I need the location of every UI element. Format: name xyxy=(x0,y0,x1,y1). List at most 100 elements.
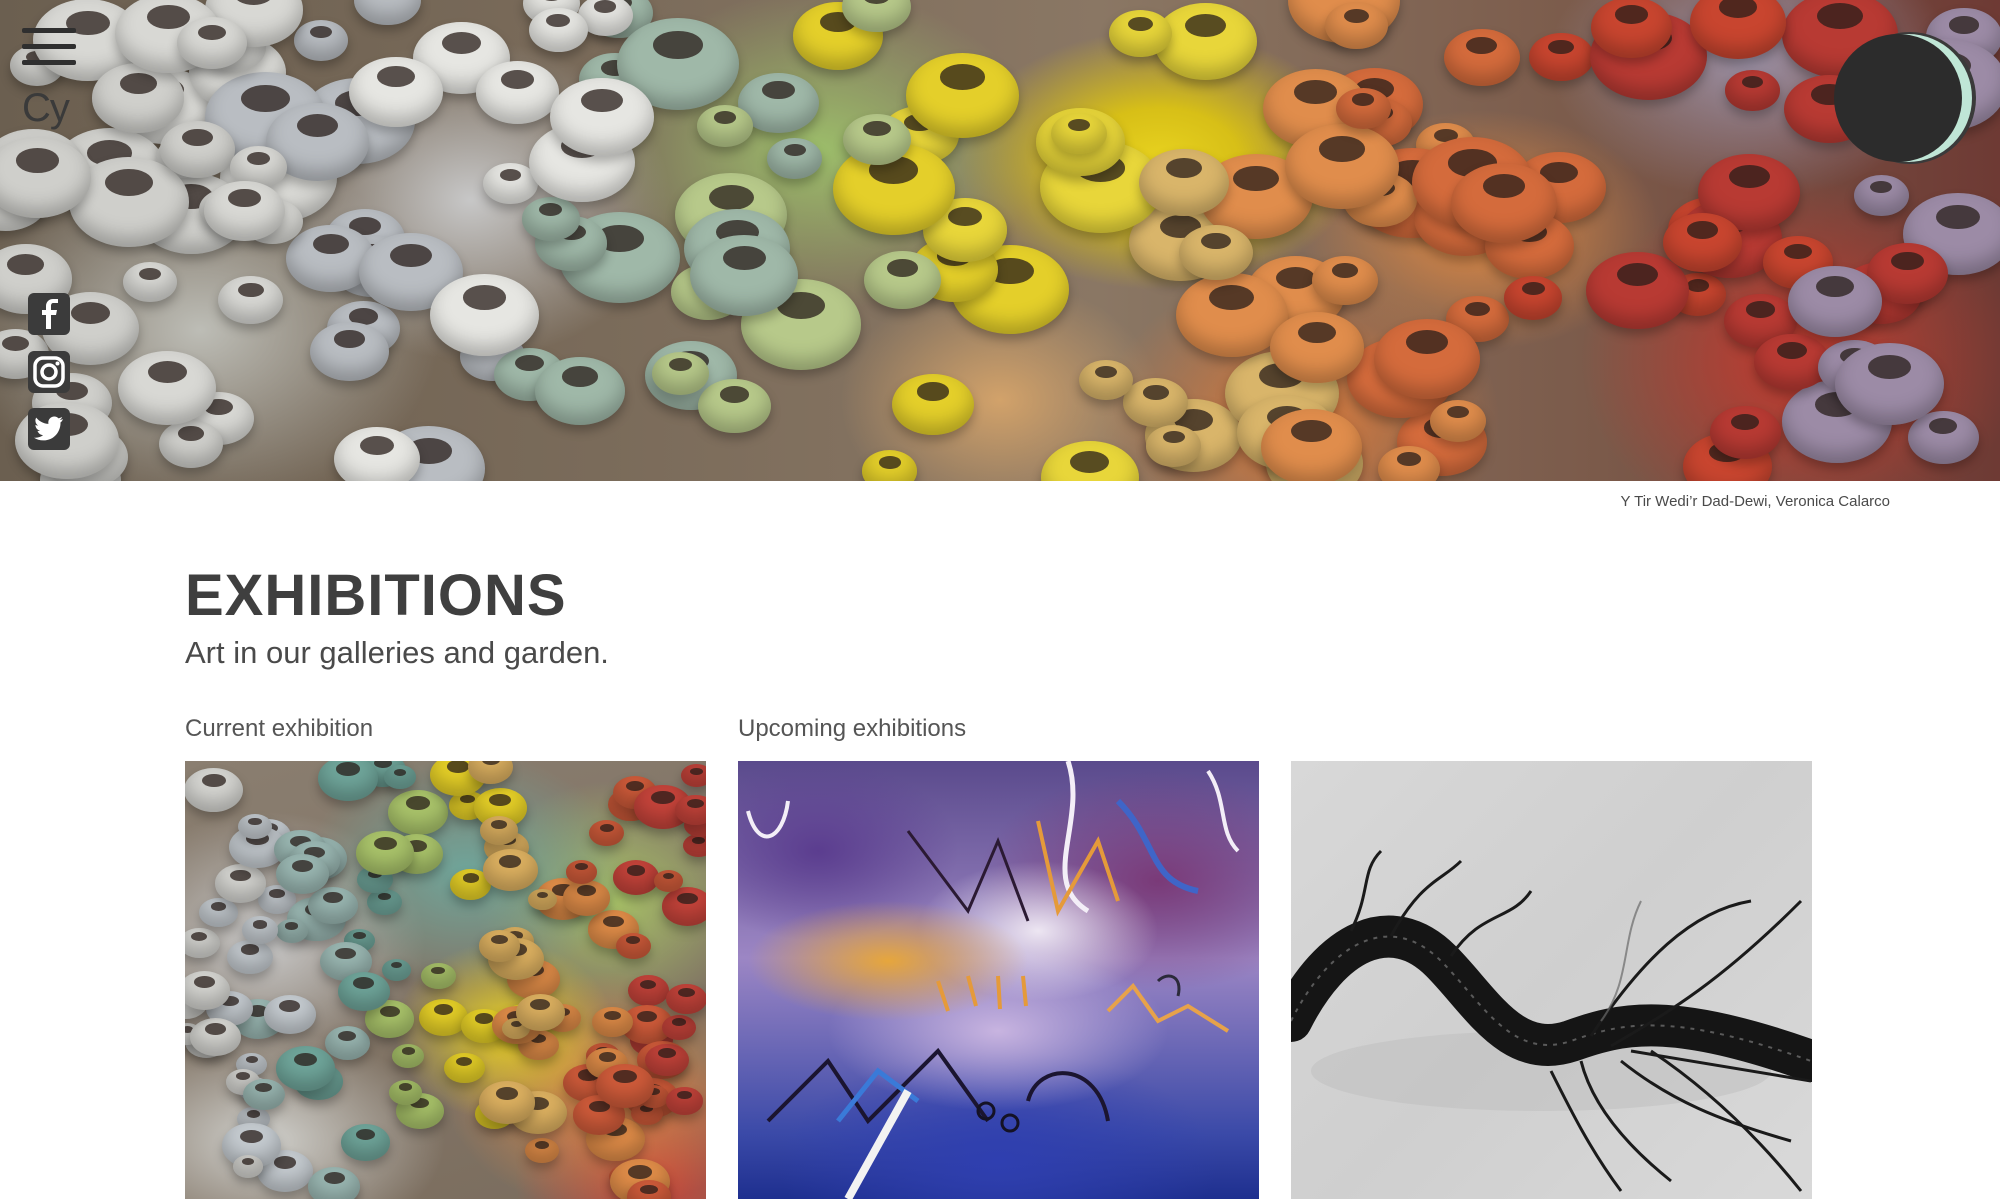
instagram-icon[interactable] xyxy=(28,351,70,393)
pot-shape xyxy=(1324,2,1388,50)
page-subtitle: Art in our galleries and garden. xyxy=(185,635,609,670)
pot-shape xyxy=(199,898,238,927)
language-toggle[interactable]: Cy xyxy=(22,86,70,131)
hero-caption: Y Tir Wedi’r Dad-Dewi, Veronica Calarco xyxy=(1620,493,1890,510)
pot-shape xyxy=(651,351,710,395)
pot-shape xyxy=(1662,212,1743,273)
pot-shape xyxy=(420,962,456,990)
pot-shape xyxy=(1787,266,1882,337)
pot-shape xyxy=(612,860,660,896)
pot-shape xyxy=(241,916,279,944)
pot-shape xyxy=(214,864,267,903)
pot-shape xyxy=(430,273,539,356)
pot-shape xyxy=(264,994,316,1034)
pot-shape xyxy=(615,932,652,960)
site-logo[interactable] xyxy=(1834,34,1962,162)
hero-image: Cy xyxy=(0,0,2000,481)
pot-shape xyxy=(185,767,244,813)
pot-shape xyxy=(381,958,412,981)
pot-shape xyxy=(1108,9,1173,58)
pot-shape xyxy=(275,1046,336,1091)
pot-shape xyxy=(666,1087,703,1115)
pot-shape xyxy=(123,262,177,303)
pot-shape xyxy=(595,1063,655,1108)
pot-shape xyxy=(388,1079,423,1105)
pot-shape xyxy=(218,275,284,325)
pot-shape xyxy=(243,1078,285,1110)
pot-shape xyxy=(661,887,706,926)
pot-shape xyxy=(1709,406,1781,460)
pot-shape xyxy=(562,880,610,916)
pot-shape xyxy=(521,197,580,241)
pot-shape xyxy=(842,113,912,166)
pot-shape xyxy=(232,1155,263,1178)
pot-shape xyxy=(204,180,285,242)
pot-shape xyxy=(159,120,236,178)
pot-shape xyxy=(1051,112,1107,155)
pot-shape xyxy=(892,373,974,435)
pot-shape xyxy=(341,1124,390,1161)
pot-shape xyxy=(159,419,224,468)
pot-shape xyxy=(861,450,918,481)
pot-shape xyxy=(238,814,272,839)
upcoming-exhibitions-label: Upcoming exhibitions xyxy=(738,715,967,742)
pot-shape xyxy=(1504,276,1563,320)
pot-shape xyxy=(384,765,416,789)
pot-shape xyxy=(653,869,683,892)
pot-shape xyxy=(310,321,390,381)
pot-shape xyxy=(524,1137,560,1164)
pot-shape xyxy=(627,975,669,1007)
pot-shape xyxy=(1123,378,1189,427)
pot-shape xyxy=(338,972,390,1011)
pot-shape xyxy=(1079,359,1134,401)
current-exhibition-label: Current exhibition xyxy=(185,715,374,742)
pot-shape xyxy=(550,78,654,156)
wire-sculpture-image xyxy=(1291,849,1812,1192)
pot-shape xyxy=(1179,225,1254,281)
menu-icon[interactable] xyxy=(22,28,76,68)
pot-shape xyxy=(1450,162,1558,243)
pot-shape xyxy=(444,1052,485,1083)
pot-shape xyxy=(1335,87,1392,130)
pot-shape xyxy=(1285,124,1399,210)
twitter-icon[interactable] xyxy=(28,408,70,450)
pot-shape xyxy=(662,1014,697,1041)
pot-shape xyxy=(275,919,308,944)
pot-shape xyxy=(478,1081,536,1124)
pot-shape xyxy=(185,928,220,959)
pot-shape xyxy=(1261,409,1362,481)
pot-shape xyxy=(1373,319,1480,399)
pot-shape xyxy=(905,52,1020,138)
pot-shape xyxy=(697,378,771,434)
pot-shape xyxy=(863,251,942,310)
pot-shape xyxy=(528,888,558,911)
pot-shape xyxy=(1586,252,1689,330)
pot-shape xyxy=(697,105,753,148)
pot-shape xyxy=(92,63,185,133)
current-exhibition-card[interactable] xyxy=(185,761,706,1199)
pot-shape xyxy=(1853,174,1909,216)
pot-shape xyxy=(190,1017,242,1057)
pot-shape xyxy=(1138,148,1229,217)
pot-shape xyxy=(391,1043,425,1069)
upcoming-exhibition-card-1[interactable] xyxy=(738,761,1259,1199)
pot-shape xyxy=(476,61,560,124)
pot-shape xyxy=(515,994,565,1032)
pot-shape xyxy=(478,930,521,962)
pot-shape xyxy=(644,1043,689,1077)
pot-shape xyxy=(356,831,414,875)
pot-shape xyxy=(592,1006,633,1038)
facebook-icon[interactable] xyxy=(28,293,70,335)
pot-shape xyxy=(1443,29,1520,87)
pot-shape xyxy=(275,854,329,895)
abstract-painting-image xyxy=(746,761,1240,1199)
pot-shape xyxy=(293,19,349,61)
pot-shape xyxy=(324,1025,370,1060)
upcoming-exhibition-card-2[interactable] xyxy=(1291,761,1812,1199)
pot-shape xyxy=(1041,441,1139,481)
pot-shape xyxy=(1146,425,1202,467)
pot-shape xyxy=(1430,399,1486,442)
hero-pots-texture xyxy=(0,0,2000,481)
pot-shape xyxy=(534,356,626,425)
pot-shape xyxy=(482,849,538,891)
